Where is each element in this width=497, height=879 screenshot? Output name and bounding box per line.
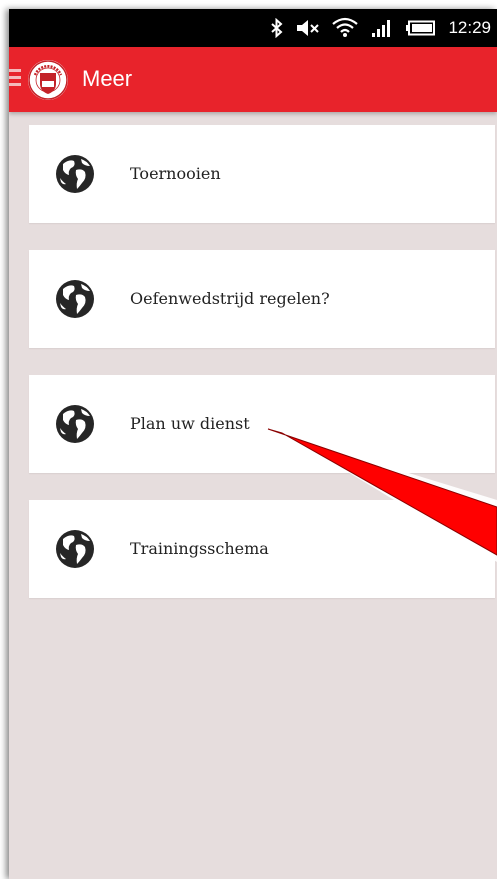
wifi-icon bbox=[332, 17, 359, 37]
phone-screen: 12:29 Meer Toernooien Oefenwedstrijd reg… bbox=[9, 9, 497, 879]
menu-item-label: Plan uw dienst bbox=[130, 414, 250, 433]
globe-icon bbox=[56, 405, 94, 443]
menu-item-trainingsschema[interactable]: Trainingsschema bbox=[29, 500, 495, 598]
menu-item-label: Oefenwedstrijd regelen? bbox=[130, 289, 330, 308]
hamburger-menu-icon[interactable] bbox=[9, 69, 21, 89]
risalis-logo[interactable] bbox=[28, 60, 68, 100]
menu-item-plan-uw-dienst[interactable]: Plan uw dienst bbox=[29, 375, 495, 473]
menu-list: Toernooien Oefenwedstrijd regelen? Plan … bbox=[29, 125, 495, 625]
menu-item-oefenwedstrijd-regelen[interactable]: Oefenwedstrijd regelen? bbox=[29, 250, 495, 348]
globe-icon bbox=[56, 155, 94, 193]
signal-icon bbox=[372, 20, 391, 37]
status-bar: 12:29 bbox=[9, 9, 497, 47]
vibrate-mute-icon bbox=[297, 20, 320, 36]
menu-item-label: Toernooien bbox=[130, 164, 221, 183]
page-title: Meer bbox=[82, 66, 133, 91]
bluetooth-icon bbox=[271, 18, 283, 38]
globe-icon bbox=[56, 530, 94, 568]
menu-item-toernooien[interactable]: Toernooien bbox=[29, 125, 495, 223]
globe-icon bbox=[56, 280, 94, 318]
app-bar: Meer bbox=[9, 47, 497, 112]
status-time: 12:29 bbox=[448, 18, 491, 37]
status-icons: 12:29 bbox=[270, 9, 491, 47]
menu-item-label: Trainingsschema bbox=[130, 539, 269, 558]
battery-icon bbox=[406, 20, 436, 36]
